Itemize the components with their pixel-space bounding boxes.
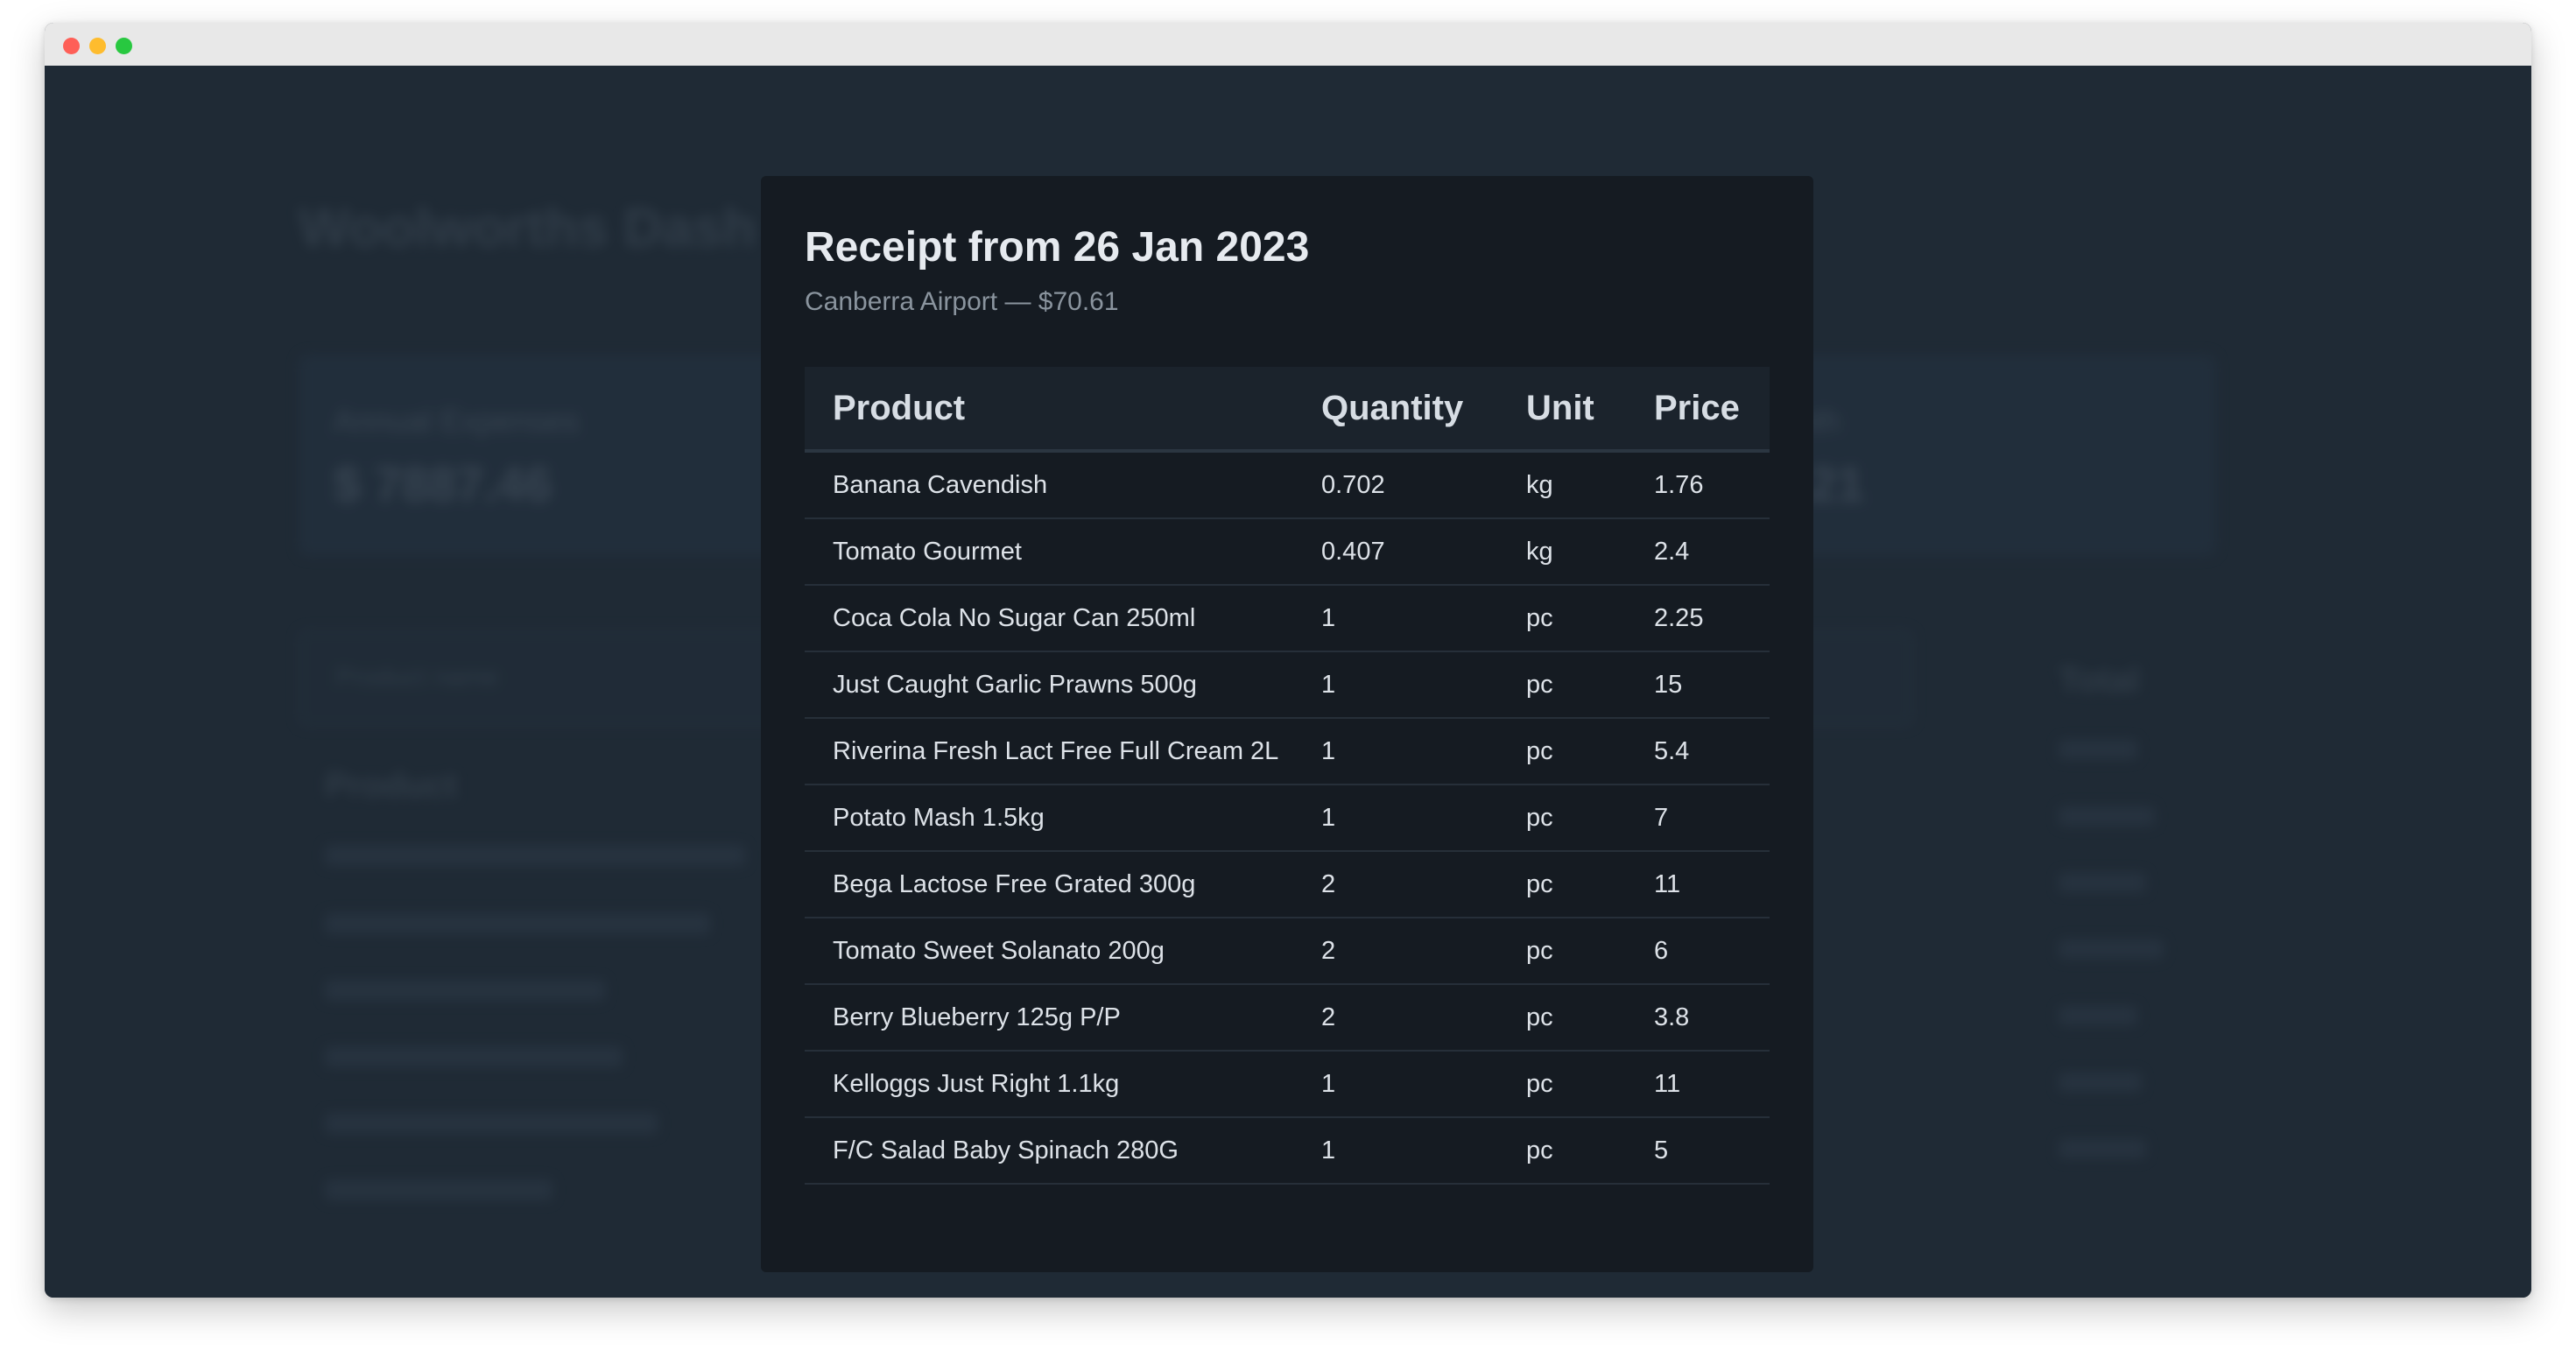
cell-quantity: 1 (1293, 1051, 1498, 1118)
close-window-button[interactable] (63, 38, 80, 54)
monthly-expenses-card: nth .21 (1761, 355, 2216, 556)
cell-product: Coca Cola No Sugar Can 250ml (805, 585, 1293, 652)
background-total-placeholder (2059, 1073, 2142, 1092)
cell-product: F/C Salad Baby Spinach 280G (805, 1117, 1293, 1185)
cell-quantity: 1 (1293, 1117, 1498, 1185)
column-header-product: Product (833, 388, 966, 427)
cell-price: 7 (1626, 785, 1770, 852)
cell-price: 15 (1626, 651, 1770, 719)
background-total-header: Total (2059, 661, 2140, 700)
cell-price: 11 (1626, 851, 1770, 918)
search-placeholder: Product name (335, 663, 499, 692)
column-header-price: Price (1654, 388, 1740, 427)
receipt-items-table: Product Quantity Unit Price Banana Caven… (805, 367, 1770, 1185)
background-row-placeholder (325, 1046, 623, 1067)
cell-product: Potato Mash 1.5kg (805, 785, 1293, 852)
cell-price: 5.4 (1626, 718, 1770, 785)
minimize-window-button[interactable] (89, 38, 106, 54)
background-row-placeholder (325, 913, 710, 934)
cell-product: Tomato Gourmet (805, 518, 1293, 586)
cell-product: Riverina Fresh Lact Free Full Cream 2L (805, 718, 1293, 785)
dashboard-background: Woolworths Dash Annual Expenses $ 7887.4… (45, 66, 2531, 1298)
background-total-placeholder (2059, 873, 2146, 892)
table-row: Bega Lactose Free Grated 300g 2 pc 11 (805, 851, 1770, 918)
cell-price: 3.8 (1626, 984, 1770, 1052)
cell-unit: pc (1498, 851, 1626, 918)
cell-product: Bega Lactose Free Grated 300g (805, 851, 1293, 918)
table-row: Tomato Sweet Solanato 200g 2 pc 6 (805, 918, 1770, 985)
cell-price: 1.76 (1626, 451, 1770, 519)
receipt-subtitle: Canberra Airport — $70.61 (805, 287, 1119, 316)
table-row: Coca Cola No Sugar Can 250ml 1 pc 2.25 (805, 585, 1770, 652)
table-row: Kelloggs Just Right 1.1kg 1 pc 11 (805, 1051, 1770, 1118)
cell-quantity: 1 (1293, 785, 1498, 852)
background-total-placeholder (2059, 740, 2137, 759)
table-row: Riverina Fresh Lact Free Full Cream 2L 1 p… (805, 718, 1770, 785)
table-row: Tomato Gourmet 0.407 kg 2.4 (805, 518, 1770, 586)
cell-quantity: 1 (1293, 651, 1498, 719)
table-row: Just Caught Garlic Prawns 500g 1 pc 15 (805, 651, 1770, 719)
cell-unit: pc (1498, 718, 1626, 785)
cell-price: 2.4 (1626, 518, 1770, 586)
background-total-placeholder (2059, 806, 2155, 826)
background-row-placeholder (325, 1179, 553, 1200)
cell-price: 6 (1626, 918, 1770, 985)
background-product-header: Product (325, 766, 458, 805)
background-row-placeholder (325, 980, 605, 1001)
table-row: F/C Salad Baby Spinach 280G 1 pc 5 (805, 1117, 1770, 1185)
cell-quantity: 0.702 (1293, 451, 1498, 519)
cell-unit: pc (1498, 918, 1626, 985)
cell-product: Tomato Sweet Solanato 200g (805, 918, 1293, 985)
cell-unit: pc (1498, 1051, 1626, 1118)
background-row-placeholder (325, 845, 745, 866)
cell-price: 11 (1626, 1051, 1770, 1118)
column-header-quantity: Quantity (1321, 388, 1464, 427)
cell-quantity: 1 (1293, 585, 1498, 652)
cell-quantity: 0.407 (1293, 518, 1498, 586)
cell-unit: kg (1498, 451, 1626, 519)
window-titlebar (45, 23, 2531, 66)
cell-product: Just Caught Garlic Prawns 500g (805, 651, 1293, 719)
cell-price: 5 (1626, 1117, 1770, 1185)
cell-unit: pc (1498, 651, 1626, 719)
annual-expenses-value: $ 7887.46 (334, 456, 553, 511)
column-header-unit: Unit (1526, 388, 1594, 427)
annual-expenses-label: Annual Expenses (334, 403, 580, 439)
cell-quantity: 2 (1293, 984, 1498, 1052)
cell-product: Kelloggs Just Right 1.1kg (805, 1051, 1293, 1118)
cell-unit: pc (1498, 1117, 1626, 1185)
cell-quantity: 2 (1293, 918, 1498, 985)
background-row-placeholder (325, 1113, 658, 1134)
cell-product: Banana Cavendish (805, 451, 1293, 519)
background-total-placeholder (2059, 1139, 2146, 1158)
background-total-placeholder (2059, 939, 2164, 959)
receipt-items-body: Banana Cavendish 0.702 kg 1.76 Tomato Gourme… (805, 451, 1770, 1185)
maximize-window-button[interactable] (116, 38, 132, 54)
app-window: Woolworths Dash Annual Expenses $ 7887.4… (45, 23, 2531, 1298)
cell-unit: pc (1498, 984, 1626, 1052)
receipt-modal: Receipt from 26 Jan 2023 Canberra Airpor… (761, 176, 1813, 1272)
background-total-placeholder (2059, 1006, 2137, 1025)
table-row: Banana Cavendish 0.702 kg 1.76 (805, 451, 1770, 519)
dashboard-title: Woolworths Dash (299, 198, 757, 258)
table-row: Berry Blueberry 125g P/P 2 pc 3.8 (805, 984, 1770, 1052)
cell-price: 2.25 (1626, 585, 1770, 652)
cell-product: Berry Blueberry 125g P/P (805, 984, 1293, 1052)
cell-unit: kg (1498, 518, 1626, 586)
table-header-row: Product Quantity Unit Price (805, 367, 1770, 451)
table-row: Potato Mash 1.5kg 1 pc 7 (805, 785, 1770, 852)
receipt-title: Receipt from 26 Jan 2023 (805, 224, 1310, 271)
cell-quantity: 1 (1293, 718, 1498, 785)
cell-unit: pc (1498, 785, 1626, 852)
cell-quantity: 2 (1293, 851, 1498, 918)
cell-unit: pc (1498, 585, 1626, 652)
